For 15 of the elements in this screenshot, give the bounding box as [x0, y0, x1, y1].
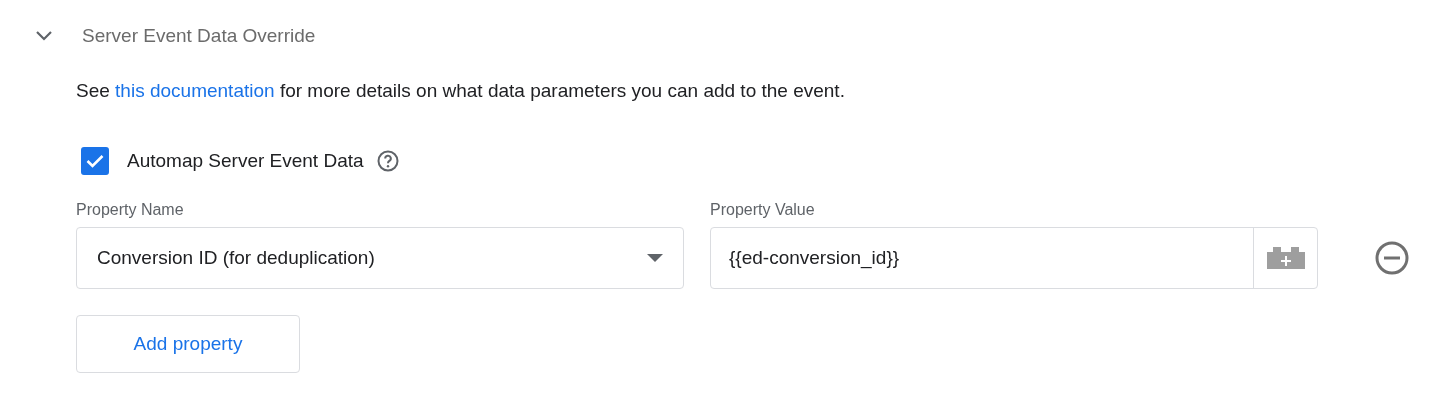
brick-plus-icon — [1266, 247, 1305, 269]
description-text: See this documentation for more details on what data parameters you can add to the event. — [76, 80, 846, 102]
property-name-dropdown[interactable]: Conversion ID (for deduplication) — [76, 227, 684, 289]
add-property-button[interactable]: Add property — [76, 315, 300, 373]
remove-button[interactable] — [1374, 240, 1410, 276]
column-label: Property Value — [710, 201, 816, 219]
checkmark-icon — [86, 154, 104, 168]
help-icon[interactable] — [375, 149, 400, 173]
dropdown-arrow-icon — [647, 254, 663, 262]
checkbox-label: Automap Server Event Data — [127, 150, 364, 172]
property-value-field[interactable]: {{ed-conversion_id}} — [710, 227, 1318, 289]
column-label: Property Name — [76, 201, 185, 219]
documentation-link[interactable]: this documentation — [115, 80, 275, 101]
checkbox[interactable] — [81, 147, 109, 175]
section-title: Server Event Data Override — [82, 25, 316, 47]
